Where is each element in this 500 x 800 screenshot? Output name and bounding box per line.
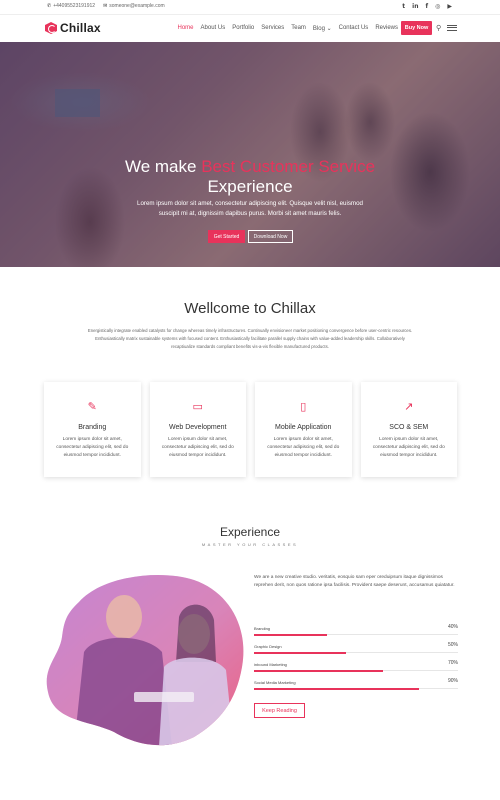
service-card-sco-sem[interactable]: ↗ SCO & SEM Lorem ipsum dolor sit amet, … [360,382,457,477]
nav-item-blog[interactable]: Blog ⌄ [313,25,332,32]
welcome-text: Energistically integrate enabled catalys… [87,328,413,349]
skill-percent: 50% [447,642,458,648]
service-title: Web Development [169,424,227,431]
envelope-icon: ✉ [103,3,108,9]
phone-contact[interactable]: ✆ +44095523191912 [47,3,95,9]
hero-title-highlight: Best Customer Service [201,157,376,176]
experience-subtitle: MASTER YOUR CLASSES [201,542,299,547]
hero-title-line2: Experience [207,177,293,196]
service-card-web-development[interactable]: ▭ Web Development Lorem ipsum dolor sit … [149,382,246,477]
nav-item-contact-us[interactable]: Contact Us [339,25,369,32]
nav-item-services[interactable]: Services [261,25,284,32]
service-text: Lorem ipsum dolor sit amet, consectetur … [56,437,129,458]
hero-title-prefix: We make [124,157,202,176]
skills-list: Branding 40% Graphic Design 50% inbound … [254,622,458,694]
nav-menu: Home About Us Portfolio Services Team Bl… [178,25,398,32]
service-card-mobile-application[interactable]: ▯ Mobile Application Lorem ipsum dolor s… [255,382,352,477]
skill-label: inbound Marketing [254,662,287,667]
logo[interactable]: Chillax [45,21,101,35]
trend-icon: ↗ [404,400,414,413]
nav-item-reviews[interactable]: Reviews [375,25,398,32]
skill-bar [254,651,346,654]
skill-bar [254,687,420,690]
buy-now-button[interactable]: Buy Now [401,21,432,35]
main-navigation: Chillax Home About Us Portfolio Services… [0,15,500,42]
service-text: Lorem ipsum dolor sit amet, consectetur … [161,437,234,458]
nav-item-portfolio[interactable]: Portfolio [232,25,254,32]
skill-inbound-marketing: inbound Marketing 70% [254,658,458,676]
skill-percent: 90% [447,678,458,684]
service-title: SCO & SEM [389,424,429,431]
service-card-branding[interactable]: ✎ Branding Lorem ipsum dolor sit amet, c… [44,382,141,477]
skill-branding: Branding 40% [254,622,458,640]
phone-icon: ✆ [47,3,52,9]
skill-social-media-marketing: Social Media Marketing 90% [254,676,458,694]
youtube-icon[interactable]: ▶ [447,3,452,10]
twitter-icon[interactable]: t [402,3,405,10]
service-text: Lorem ipsum dolor sit amet, consectetur … [372,437,445,458]
hero-subtitle: Lorem ipsum dolor sit amet, consectetur … [137,200,363,217]
skill-label: Social Media Marketing [254,680,296,685]
hamburger-menu-icon[interactable] [447,25,457,31]
logo-text: Chillax [60,21,101,35]
email-contact[interactable]: ✉ someone@example.com [103,3,165,9]
skill-bar [254,633,328,636]
service-title: Mobile Application [275,424,332,431]
email-address: someone@example.com [109,3,165,9]
skill-label: Graphic Design [254,644,282,649]
monitor-icon: ▭ [192,400,203,413]
experience-title: Experience [219,525,281,539]
skill-percent: 40% [447,624,458,630]
hero-title: We make Best Customer Service Experience [0,157,500,197]
services-grid: ✎ Branding Lorem ipsum dolor sit amet, c… [44,382,457,477]
service-title: Branding [78,424,107,431]
logo-mark-icon [45,22,57,34]
linkedin-icon[interactable]: in [412,3,418,10]
service-text: Lorem ipsum dolor sit amet, consectetur … [267,437,340,458]
brush-icon: ✎ [87,400,97,413]
skill-graphic-design: Graphic Design 50% [254,640,458,658]
experience-text: We are a new creative studio. veritatis,… [254,575,455,588]
top-bar: ✆ +44095523191912 ✉ someone@example.com t … [0,0,500,15]
keep-reading-button[interactable]: Keep Reading [254,703,305,718]
welcome-title: Wellcome to Chillax [184,300,316,317]
get-started-button[interactable]: Get Started [208,230,245,243]
experience-image [46,575,244,746]
skill-bar [254,669,383,672]
skill-label: Branding [254,626,271,631]
phone-number: +44095523191912 [53,3,96,9]
nav-item-about-us[interactable]: About Us [201,25,226,32]
skill-percent: 70% [447,660,458,666]
download-now-button[interactable]: Download Now [248,230,293,243]
social-links: t in f ◎ ▶ [402,3,452,10]
nav-item-team[interactable]: Team [291,25,306,32]
search-icon[interactable]: ⚲ [436,24,441,32]
nav-item-home[interactable]: Home [178,25,194,32]
instagram-icon[interactable]: ◎ [435,3,440,10]
mobile-icon: ▯ [300,400,307,413]
facebook-icon[interactable]: f [426,3,429,10]
contact-info: ✆ +44095523191912 ✉ someone@example.com [47,3,165,9]
hero-section: We make Best Customer Service Experience… [0,42,500,267]
